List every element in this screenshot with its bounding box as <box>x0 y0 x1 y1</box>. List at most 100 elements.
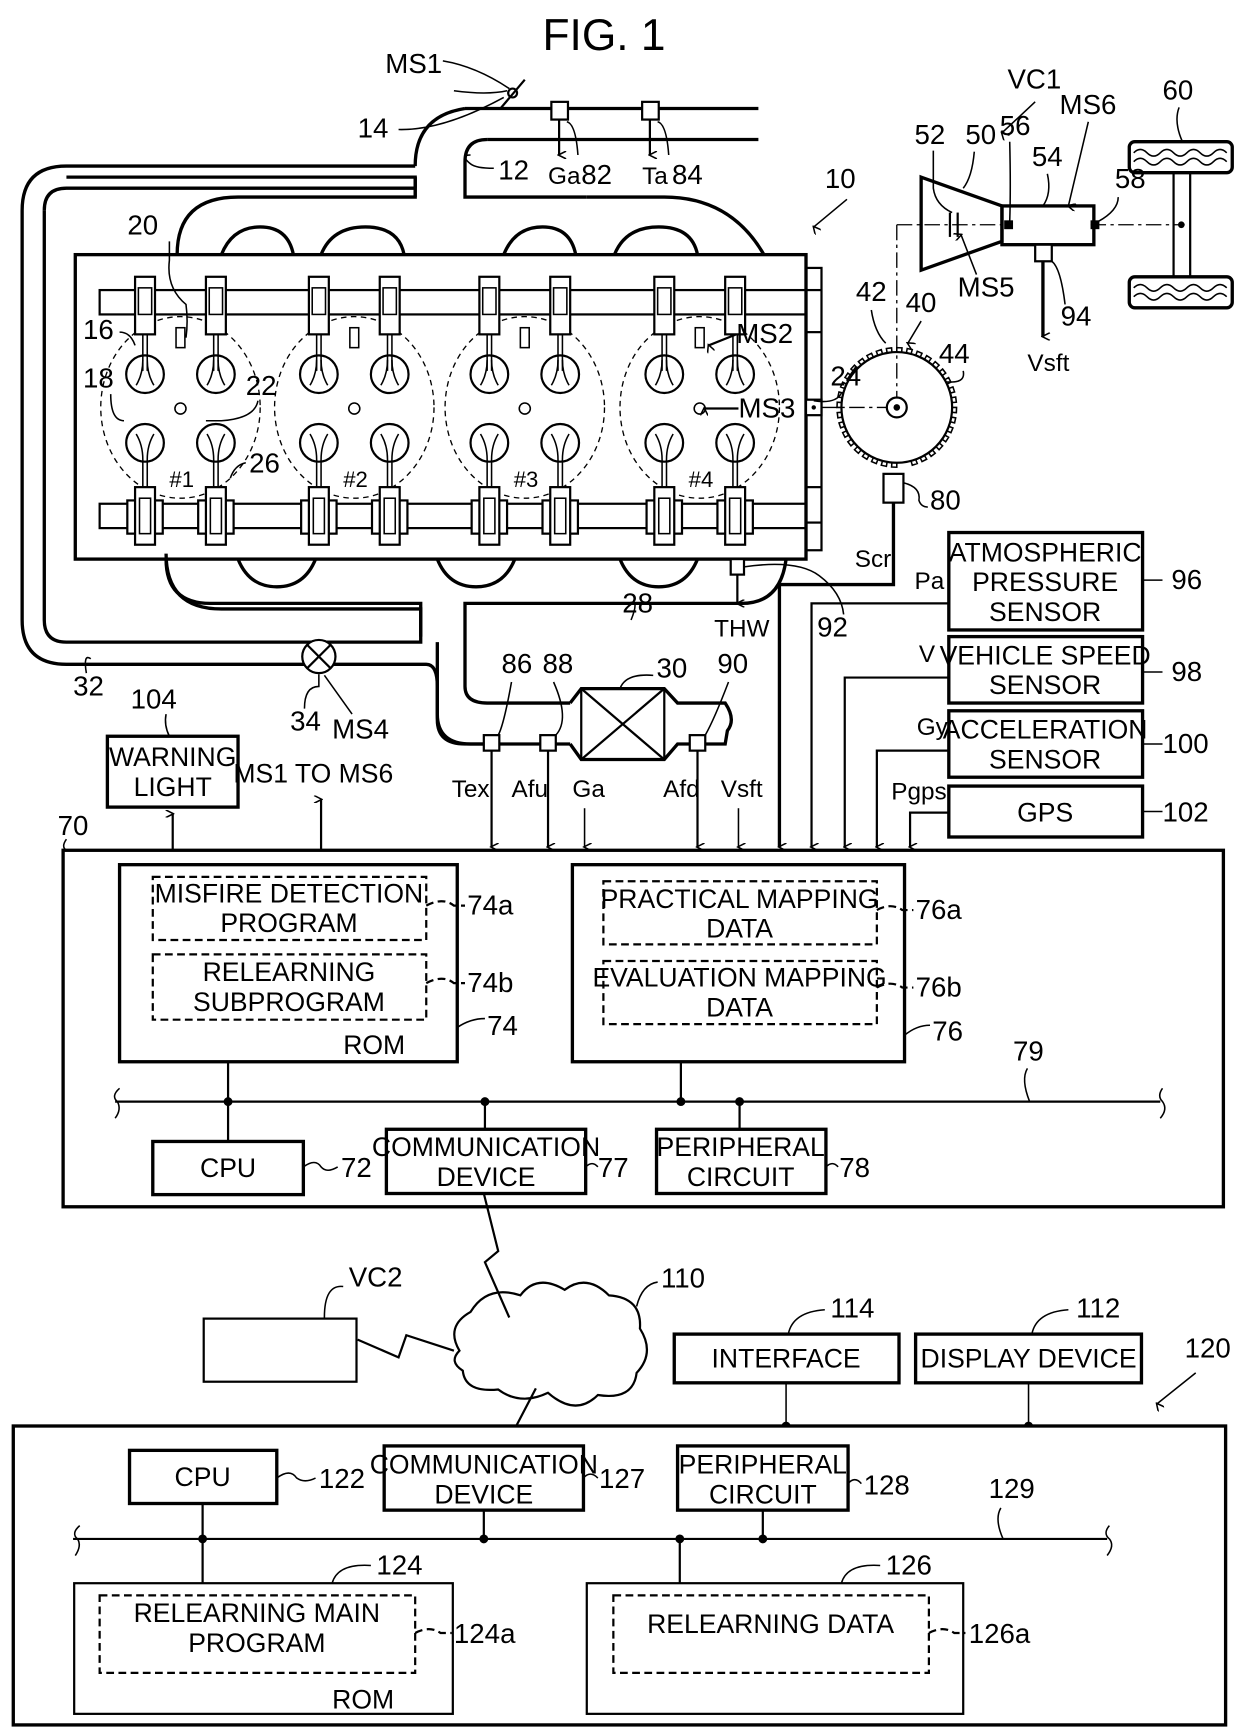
ms1-label: MS1 <box>385 48 442 79</box>
svg-text:PROGRAM: PROGRAM <box>188 1628 325 1658</box>
catalyst: 30 <box>568 653 733 762</box>
svg-text:122: 122 <box>319 1463 365 1494</box>
svg-text:124: 124 <box>376 1549 422 1580</box>
svg-text:Scr: Scr <box>855 546 892 573</box>
svg-text:ATMOSPHERIC: ATMOSPHERIC <box>949 537 1142 567</box>
gps-receiver: GPS 102 Pgps <box>891 778 1209 847</box>
svg-text:78: 78 <box>839 1152 870 1183</box>
intake-passage <box>20 106 766 746</box>
svg-text:50: 50 <box>965 119 996 150</box>
svg-text:74: 74 <box>487 1010 518 1041</box>
exhaust-valve-ref: 26 <box>249 448 280 479</box>
svg-text:80: 80 <box>930 484 961 515</box>
svg-text:PERIPHERAL: PERIPHERAL <box>657 1132 825 1162</box>
throttle-valve: MS1 14 <box>358 48 526 143</box>
svg-text:CIRCUIT: CIRCUIT <box>687 1162 795 1192</box>
display-device-box: DISPLAY DEVICE 112 <box>913 1293 1144 1431</box>
torque-converter: 52 50 <box>915 119 1004 273</box>
other-vehicle: VC2 <box>202 1262 403 1383</box>
svg-text:126: 126 <box>886 1549 932 1580</box>
svg-text:GPS: GPS <box>1017 798 1073 828</box>
svg-text:Tex: Tex <box>452 776 490 803</box>
missing-tooth-ref: 44 <box>939 338 970 369</box>
intake-temp-sensor: Ta 84 <box>641 100 703 190</box>
ms3-label: MS3 <box>738 392 795 423</box>
exhaust-ref: 28 <box>622 587 653 618</box>
svg-text:127: 127 <box>599 1463 645 1494</box>
svg-text:92: 92 <box>817 612 848 643</box>
cylinder-label: #3 <box>514 467 539 492</box>
svg-text:56: 56 <box>1000 110 1031 141</box>
shaft-speed-sensor: 94 Vsft <box>1027 243 1092 377</box>
svg-text:114: 114 <box>830 1293 874 1324</box>
ms4-label: MS4 <box>332 713 389 744</box>
cylinder-label: #2 <box>343 467 368 492</box>
svg-text:74b: 74b <box>467 967 513 998</box>
svg-text:Afu: Afu <box>512 776 549 803</box>
svg-text:DEVICE: DEVICE <box>434 1479 533 1509</box>
svg-text:74a: 74a <box>467 889 514 920</box>
airflow-signal: Ga <box>548 163 581 190</box>
intake-temp-signal: Ta <box>642 163 668 190</box>
svg-text:79: 79 <box>1013 1036 1044 1067</box>
crank-rotor-ref: 40 <box>906 287 937 318</box>
svg-text:VC2: VC2 <box>349 1262 403 1293</box>
shaft-speed-signal-in: Vsft <box>721 776 763 847</box>
control-unit: 70 MISFIRE DETECTION PROGRAM 74a RELEARN… <box>58 810 1226 1209</box>
svg-text:70: 70 <box>58 810 89 841</box>
svg-text:VEHICLE SPEED: VEHICLE SPEED <box>940 640 1151 670</box>
svg-text:88: 88 <box>543 648 574 679</box>
svg-text:PERIPHERAL: PERIPHERAL <box>679 1450 847 1480</box>
svg-text:DATA: DATA <box>706 992 773 1022</box>
svg-text:98: 98 <box>1171 656 1202 687</box>
data-center: CPU 122 COMMUNICATION DEVICE 127 PERIPHE… <box>11 1424 1228 1727</box>
vc1-label: VC1 <box>1008 64 1062 95</box>
svg-text:Ga: Ga <box>572 776 605 803</box>
network-cloud: 110 <box>453 1263 705 1407</box>
ms2-label: MS2 <box>736 318 793 349</box>
svg-text:SENSOR: SENSOR <box>989 670 1101 700</box>
svg-text:Afd: Afd <box>663 776 700 803</box>
egr-passage-ref: 32 <box>73 670 104 701</box>
svg-text:102: 102 <box>1163 796 1209 827</box>
svg-text:SUBPROGRAM: SUBPROGRAM <box>193 987 385 1017</box>
svg-text:PROGRAM: PROGRAM <box>220 908 357 938</box>
cylinder-ref: 18 <box>83 363 114 394</box>
svg-text:76b: 76b <box>916 971 962 1002</box>
svg-text:LIGHT: LIGHT <box>134 772 212 802</box>
svg-text:126a: 126a <box>969 1618 1031 1649</box>
svg-text:RELEARNING: RELEARNING <box>203 957 376 987</box>
svg-text:60: 60 <box>1163 75 1194 106</box>
svg-text:PRESSURE: PRESSURE <box>972 567 1118 597</box>
svg-text:72: 72 <box>341 1152 372 1183</box>
svg-text:77: 77 <box>598 1152 629 1183</box>
svg-text:Pa: Pa <box>915 568 945 595</box>
svg-text:128: 128 <box>864 1470 910 1501</box>
svg-text:ROM: ROM <box>343 1030 405 1060</box>
svg-text:THW: THW <box>714 616 769 643</box>
svg-text:52: 52 <box>915 119 946 150</box>
svg-text:MS1 TO MS6: MS1 TO MS6 <box>233 759 393 789</box>
svg-text:SENSOR: SENSOR <box>989 597 1101 627</box>
svg-text:124a: 124a <box>454 1618 516 1649</box>
cylinder-label: #1 <box>169 467 194 492</box>
svg-text:86: 86 <box>502 648 533 679</box>
svg-text:RELEARNING DATA: RELEARNING DATA <box>647 1609 894 1639</box>
airflow-ref: 82 <box>581 159 612 190</box>
svg-text:V: V <box>919 641 936 668</box>
svg-text:CPU: CPU <box>175 1462 231 1492</box>
ms5-label: MS5 <box>958 272 1015 303</box>
svg-text:Pgps: Pgps <box>891 778 947 805</box>
svg-text:94: 94 <box>1061 301 1092 332</box>
interface-box: INTERFACE 114 <box>672 1293 901 1431</box>
svg-text:PRACTICAL MAPPING: PRACTICAL MAPPING <box>601 884 879 914</box>
transmission: 56 54 58 MS6 VC1 <box>1000 64 1146 247</box>
svg-text:COMMUNICATION: COMMUNICATION <box>372 1132 600 1162</box>
patent-figure: FIG. 1 MS1 14 Ga 82 Ta 84 12 #1 #2 #3 #4… <box>11 11 1234 1727</box>
engine-block <box>73 252 823 561</box>
svg-text:MISFIRE DETECTION: MISFIRE DETECTION <box>155 878 424 908</box>
warning-light: WARNING LIGHT 104 <box>105 684 240 851</box>
svg-text:Vsft: Vsft <box>1027 350 1069 377</box>
figure-title: FIG. 1 <box>543 11 666 60</box>
data-center-ref: 120 <box>1185 1332 1231 1363</box>
